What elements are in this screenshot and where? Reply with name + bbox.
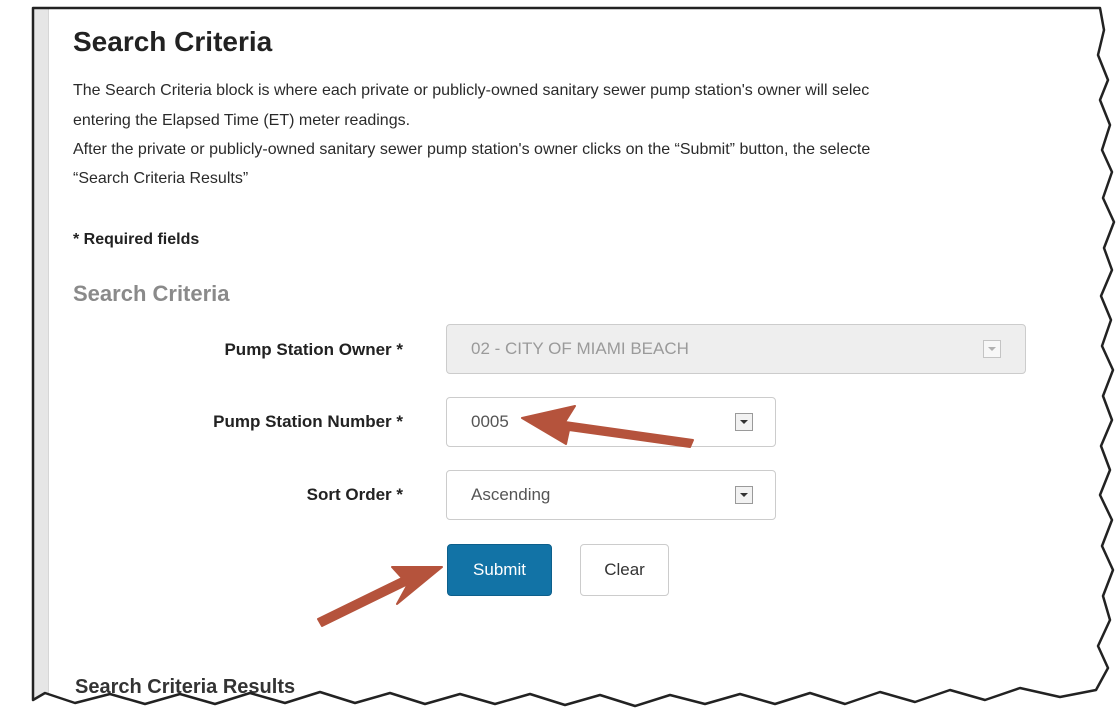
page: Search Criteria The Search Criteria bloc… (0, 0, 1118, 714)
torn-edge-frame (0, 0, 1118, 714)
